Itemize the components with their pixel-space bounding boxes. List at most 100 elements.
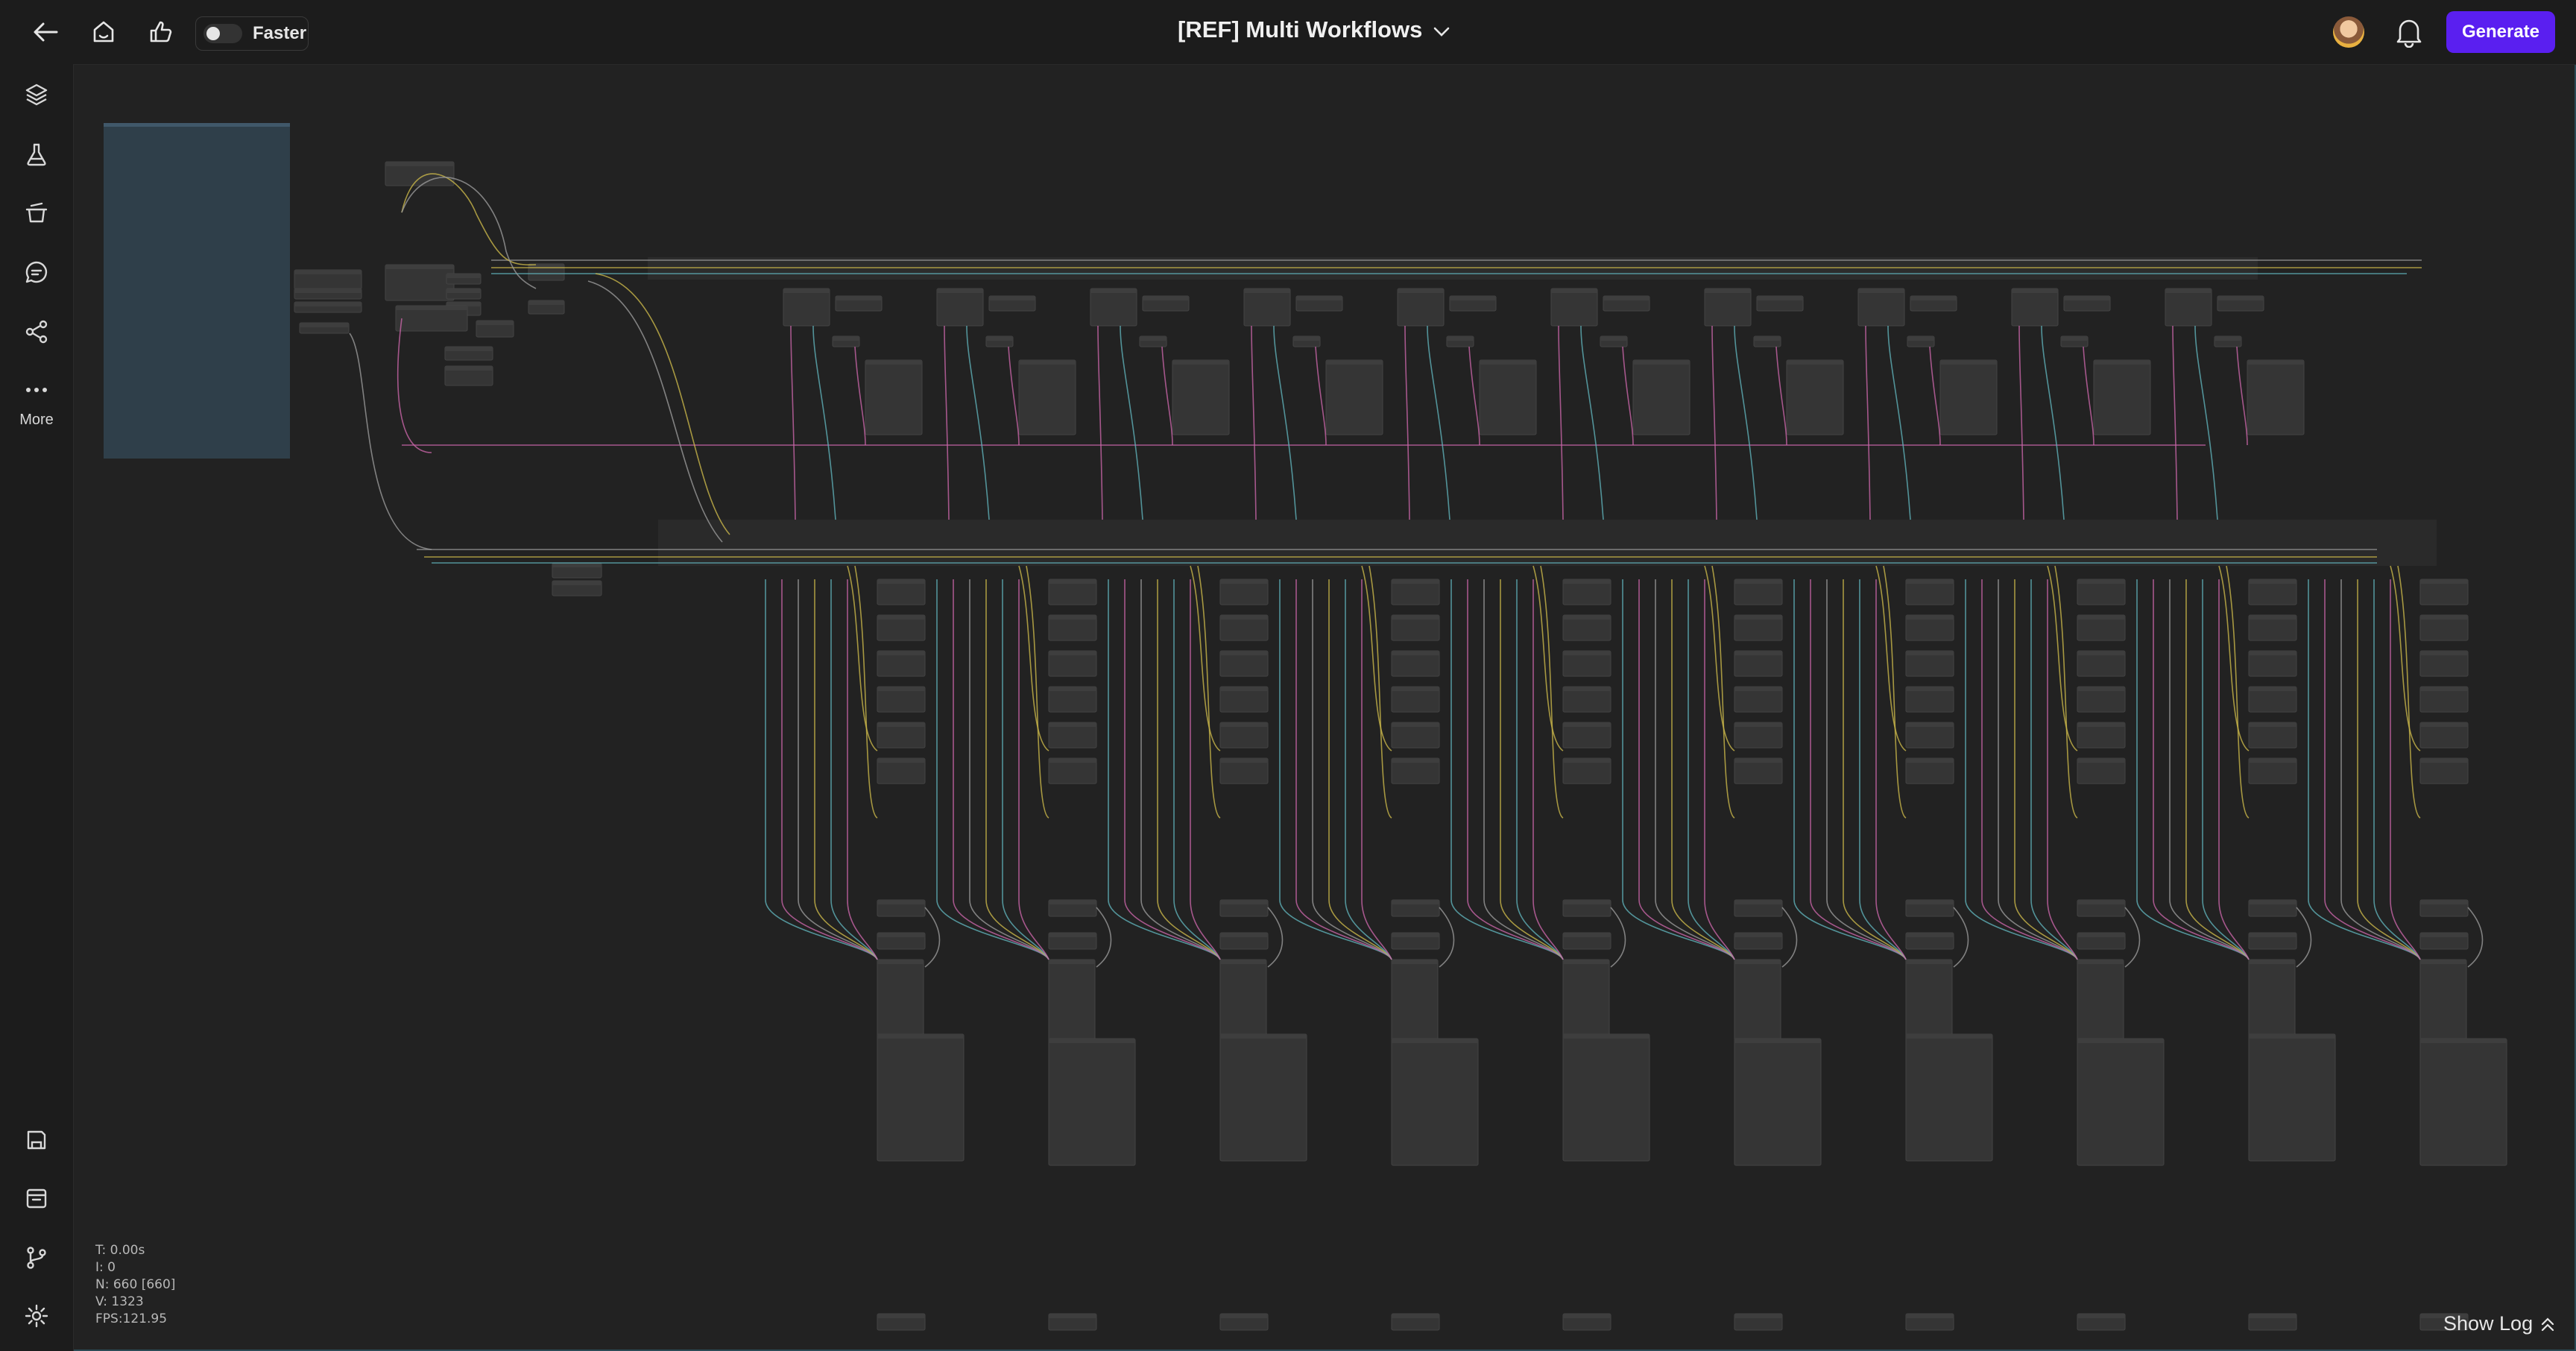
- graph-node-header[interactable]: [2061, 336, 2088, 341]
- graph-node-header[interactable]: [1754, 336, 1781, 341]
- group-box[interactable]: [104, 123, 290, 459]
- graph-node[interactable]: [1786, 359, 1844, 435]
- graph-node-header[interactable]: [1220, 615, 1268, 620]
- graph-node-header[interactable]: [1392, 900, 1439, 904]
- graph-node-header[interactable]: [1398, 289, 1444, 293]
- graph-node-header[interactable]: [877, 758, 925, 763]
- graph-node-header[interactable]: [1563, 722, 1611, 727]
- graph-node[interactable]: [1325, 359, 1383, 435]
- group-box-header[interactable]: [104, 123, 290, 127]
- graph-node-header[interactable]: [2420, 651, 2468, 655]
- graph-node-header[interactable]: [1734, 933, 1782, 937]
- graph-node-header[interactable]: [1447, 336, 1474, 341]
- graph-node-header[interactable]: [2420, 687, 2468, 691]
- graph-node-header[interactable]: [1049, 758, 1096, 763]
- graph-node[interactable]: [1090, 288, 1137, 327]
- graph-node-header[interactable]: [1551, 289, 1597, 293]
- graph-node[interactable]: [1219, 1033, 1307, 1162]
- graph-node-header[interactable]: [1220, 687, 1268, 691]
- graph-node-header[interactable]: [1392, 651, 1439, 655]
- graph-node-header[interactable]: [2249, 687, 2296, 691]
- graph-node-header[interactable]: [1906, 687, 1954, 691]
- graph-node-header[interactable]: [1906, 1034, 1992, 1039]
- graph-node-header[interactable]: [1220, 722, 1268, 727]
- chat-icon[interactable]: [19, 255, 54, 289]
- graph-node[interactable]: [385, 264, 455, 301]
- home-icon[interactable]: [86, 15, 121, 49]
- graph-node-header[interactable]: [385, 162, 454, 166]
- graph-node-header[interactable]: [2420, 1039, 2507, 1043]
- graph-node-header[interactable]: [1392, 960, 1438, 964]
- graph-node[interactable]: [1391, 1038, 1479, 1166]
- graph-node-header[interactable]: [1220, 933, 1268, 937]
- graph-node-header[interactable]: [2420, 758, 2468, 763]
- graph-node-header[interactable]: [877, 1034, 964, 1039]
- graph-node-header[interactable]: [1450, 296, 1496, 300]
- workflow-title[interactable]: [REF] Multi Workflows: [1178, 16, 1422, 43]
- graph-node-header[interactable]: [783, 289, 830, 293]
- graph-node[interactable]: [1018, 359, 1076, 435]
- graph-node-header[interactable]: [1734, 960, 1781, 964]
- faster-toggle[interactable]: Faster: [195, 16, 309, 51]
- graph-node-header[interactable]: [1734, 615, 1782, 620]
- graph-node[interactable]: [1172, 359, 1230, 435]
- graph-node-header[interactable]: [877, 1314, 925, 1318]
- graph-node-header[interactable]: [989, 296, 1035, 300]
- graph-node-header[interactable]: [1906, 579, 1954, 584]
- graph-node-header[interactable]: [877, 579, 925, 584]
- graph-node-header[interactable]: [2249, 722, 2296, 727]
- graph-node[interactable]: [2093, 359, 2151, 435]
- graph-node[interactable]: [2419, 1038, 2507, 1166]
- graph-node[interactable]: [1397, 288, 1445, 327]
- node-graph[interactable]: [74, 65, 2575, 1350]
- workflow-canvas[interactable]: [74, 65, 2575, 1350]
- graph-node-header[interactable]: [1906, 615, 1954, 620]
- graph-node-header[interactable]: [1734, 722, 1782, 727]
- graph-node-header[interactable]: [2064, 296, 2110, 300]
- graph-node-header[interactable]: [1392, 722, 1439, 727]
- graph-node-header[interactable]: [445, 366, 493, 371]
- graph-node-header[interactable]: [865, 360, 922, 365]
- graph-node-header[interactable]: [1220, 651, 1268, 655]
- graph-node-header[interactable]: [2249, 758, 2296, 763]
- graph-node-header[interactable]: [877, 722, 925, 727]
- graph-node-header[interactable]: [937, 289, 983, 293]
- graph-node-header[interactable]: [528, 300, 564, 305]
- graph-node-header[interactable]: [1563, 651, 1611, 655]
- graph-node-header[interactable]: [2077, 1314, 2125, 1318]
- graph-node-header[interactable]: [1326, 360, 1383, 365]
- graph-node[interactable]: [2248, 1033, 2336, 1162]
- show-log-button[interactable]: Show Log: [2443, 1312, 2557, 1335]
- graph-node-header[interactable]: [877, 615, 925, 620]
- graph-node-header[interactable]: [396, 306, 467, 310]
- graph-node-header[interactable]: [1220, 1314, 1268, 1318]
- graph-node-header[interactable]: [445, 347, 493, 351]
- graph-node-header[interactable]: [1563, 1314, 1611, 1318]
- graph-node-header[interactable]: [2077, 651, 2125, 655]
- graph-node-header[interactable]: [1734, 687, 1782, 691]
- graph-node-header[interactable]: [836, 296, 882, 300]
- graph-node-header[interactable]: [1296, 296, 1342, 300]
- graph-node-header[interactable]: [833, 336, 859, 341]
- graph-node-header[interactable]: [1563, 960, 1609, 964]
- graph-node-header[interactable]: [1787, 360, 1843, 365]
- chevron-down-icon[interactable]: [1431, 21, 1452, 45]
- graph-node-header[interactable]: [1563, 758, 1611, 763]
- save-icon[interactable]: [19, 1123, 54, 1157]
- graph-node-header[interactable]: [1392, 687, 1439, 691]
- graph-node[interactable]: [1550, 288, 1598, 327]
- graph-node-header[interactable]: [877, 900, 925, 904]
- graph-node-header[interactable]: [2077, 722, 2125, 727]
- graph-node-header[interactable]: [2420, 722, 2468, 727]
- graph-node-header[interactable]: [1734, 1314, 1782, 1318]
- graph-node-header[interactable]: [1603, 296, 1650, 300]
- graph-node-header[interactable]: [1049, 687, 1096, 691]
- graph-node-header[interactable]: [2217, 296, 2264, 300]
- thumbs-up-icon[interactable]: [144, 15, 178, 49]
- graph-node-header[interactable]: [2249, 933, 2296, 937]
- graph-node-header[interactable]: [2077, 933, 2125, 937]
- graph-node-header[interactable]: [2420, 933, 2468, 937]
- graph-node-header[interactable]: [2420, 615, 2468, 620]
- graph-node-header[interactable]: [552, 581, 602, 585]
- graph-node-header[interactable]: [1906, 933, 1954, 937]
